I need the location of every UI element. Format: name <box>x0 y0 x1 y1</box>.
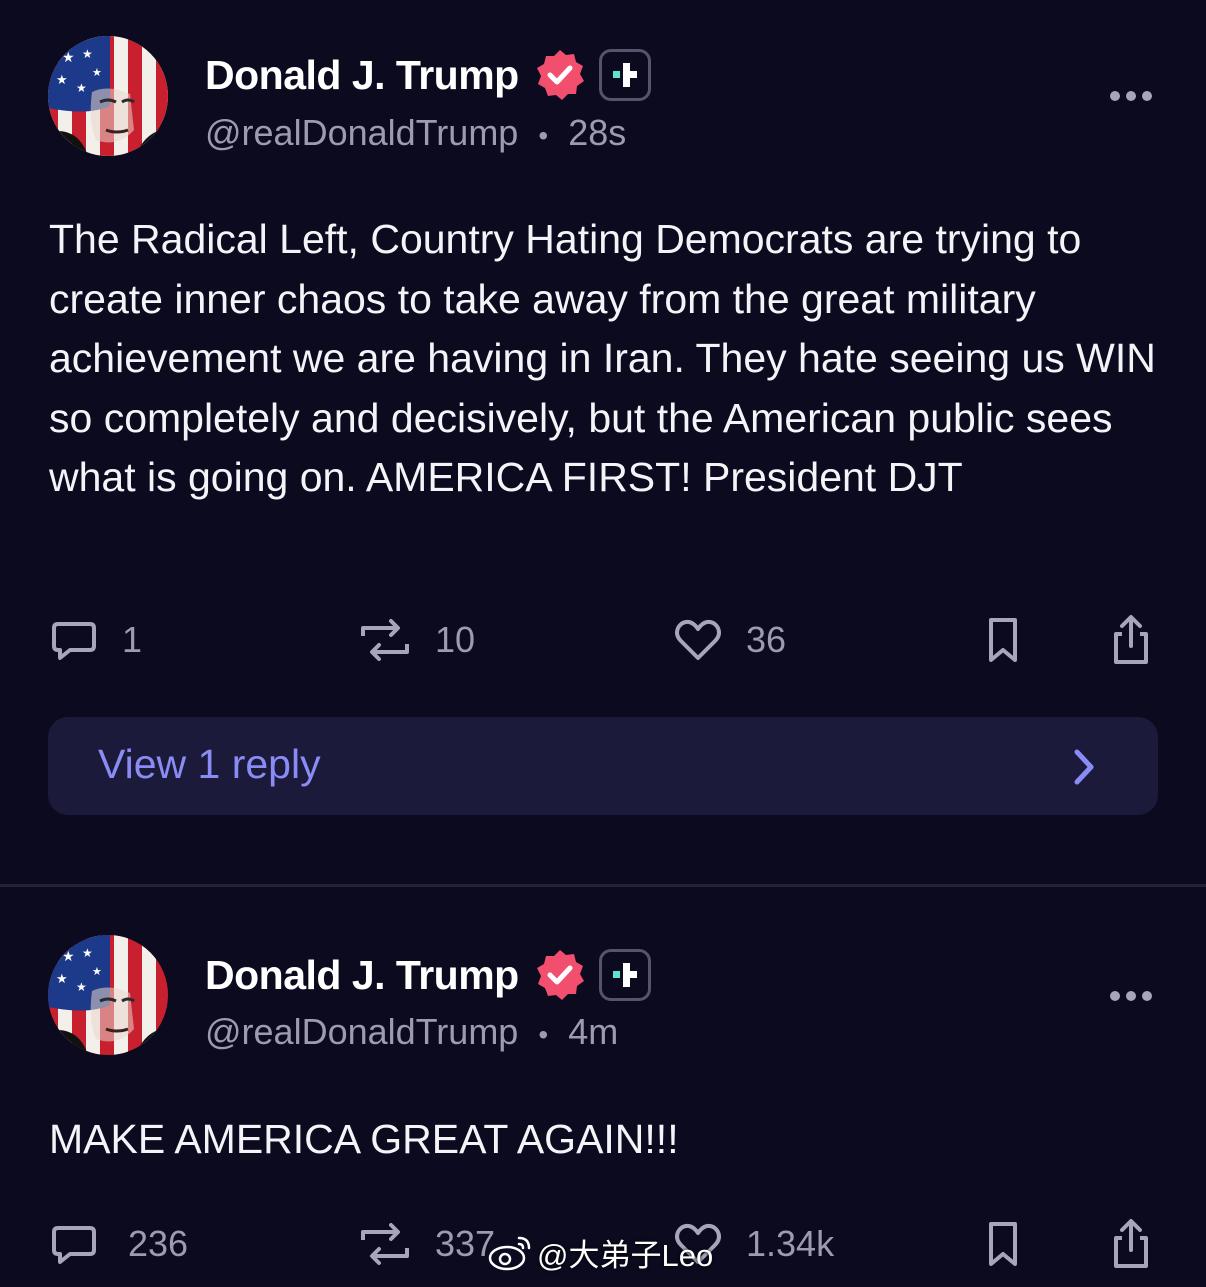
repost-button[interactable]: 10 <box>357 610 475 670</box>
more-options-icon[interactable] <box>1110 86 1152 106</box>
reply-button[interactable]: 1 <box>48 610 142 670</box>
repost-icon <box>361 1223 409 1265</box>
meta-separator: • <box>538 120 549 151</box>
reply-button[interactable]: 236 <box>48 1214 188 1274</box>
like-count: 1.34k <box>746 1223 835 1264</box>
comment-icon <box>52 1226 96 1264</box>
svg-text:★: ★ <box>82 47 93 61</box>
like-button[interactable]: 36 <box>672 610 786 670</box>
author-name[interactable]: Donald J. Trump <box>205 52 519 99</box>
svg-text:★: ★ <box>76 980 87 994</box>
author-meta: @realDonaldTrump • 4m <box>205 1011 618 1053</box>
more-options-icon[interactable] <box>1110 986 1152 1006</box>
svg-text:★: ★ <box>62 49 75 65</box>
verified-badge-icon <box>536 50 584 100</box>
avatar[interactable]: ★ ★ ★ ★ ★ <box>48 935 168 1055</box>
post-time: 28s <box>568 112 627 153</box>
avatar[interactable]: ★ ★ ★ ★ ★ <box>48 36 168 156</box>
svg-text:★: ★ <box>92 966 102 978</box>
svg-text:★: ★ <box>76 81 87 95</box>
verified-badge-icon <box>536 950 584 1000</box>
author-meta: @realDonaldTrump • 28s <box>205 112 626 154</box>
chevron-right-icon <box>1074 749 1094 785</box>
post-text: The Radical Left, Country Hating Democra… <box>49 216 1156 500</box>
repost-button[interactable]: 337 <box>357 1214 495 1274</box>
watermark-text: @大弟子Leo <box>537 1237 714 1273</box>
svg-text:★: ★ <box>62 948 75 964</box>
bookmark-icon <box>989 618 1017 662</box>
truth-plus-icon <box>598 49 651 101</box>
author-row: Donald J. Trump <box>205 44 651 106</box>
watermark: @大弟子Leo <box>487 1230 713 1274</box>
share-button[interactable] <box>1108 610 1154 670</box>
view-replies-button[interactable]: View 1 reply <box>48 717 1158 815</box>
comment-icon <box>52 622 96 660</box>
heart-icon <box>675 619 721 660</box>
repost-count: 10 <box>435 619 476 660</box>
reply-count: 1 <box>122 619 143 660</box>
reply-count: 236 <box>128 1223 189 1264</box>
bookmark-button[interactable] <box>983 1214 1023 1274</box>
truth-plus-icon <box>598 949 651 1001</box>
like-count: 36 <box>746 619 787 660</box>
author-name[interactable]: Donald J. Trump <box>205 952 519 999</box>
author-row: Donald J. Trump <box>205 944 651 1006</box>
author-handle[interactable]: @realDonaldTrump <box>205 1011 518 1052</box>
meta-separator: • <box>538 1019 549 1050</box>
share-button[interactable] <box>1108 1214 1154 1274</box>
bookmark-button[interactable] <box>983 610 1023 670</box>
post-time: 4m <box>568 1011 619 1052</box>
post-text: MAKE AMERICA GREAT AGAIN!!! <box>49 1116 679 1162</box>
svg-text:★: ★ <box>92 67 102 79</box>
weibo-logo-icon <box>488 1236 531 1271</box>
svg-text:★: ★ <box>56 72 68 87</box>
bookmark-icon <box>989 1222 1017 1266</box>
svg-text:★: ★ <box>82 946 93 960</box>
share-icon <box>1114 1219 1148 1268</box>
share-icon <box>1114 615 1148 664</box>
view-replies-label: View 1 reply <box>98 741 321 787</box>
repost-icon <box>361 619 409 661</box>
post[interactable]: ★ ★ ★ ★ ★ Donald J. Trump @realDonaldTru… <box>0 887 1206 1287</box>
post[interactable]: ★ ★ ★ ★ ★ Donald J. Trump @realDonaldTru… <box>0 0 1206 885</box>
author-handle[interactable]: @realDonaldTrump <box>205 112 518 153</box>
svg-text:★: ★ <box>56 971 68 986</box>
post-actions: 1 10 36 <box>0 610 1206 670</box>
